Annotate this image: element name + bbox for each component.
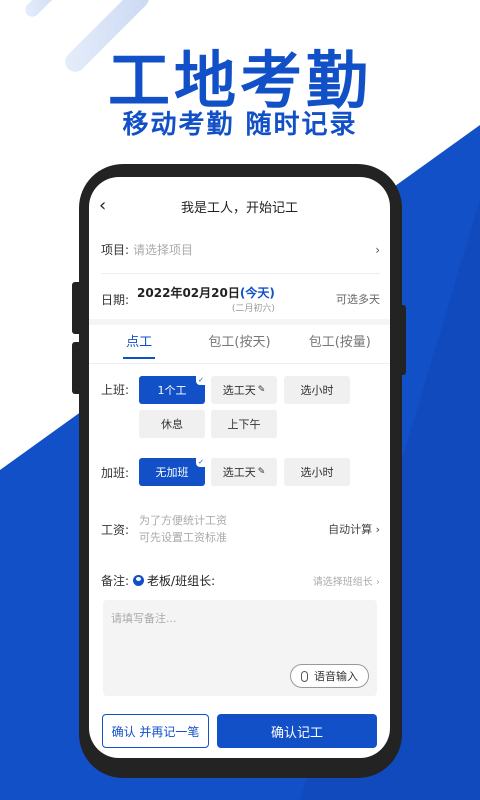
shift-option-rest[interactable]: 休息 xyxy=(139,410,205,438)
voice-input-button[interactable]: 语音输入 xyxy=(290,664,369,688)
date-label: 日期: xyxy=(101,292,130,307)
overtime-label: 加班: xyxy=(101,466,130,480)
multi-day-link[interactable]: 可选多天 xyxy=(336,291,380,307)
phone-side-button xyxy=(72,282,82,334)
shift-option-days[interactable]: 选工天 ✎ xyxy=(211,376,277,404)
phone-screen: ‹ 我是工人，开始记工 项目: 请选择项目 › 日期: 2022年02月20日(… xyxy=(89,177,390,758)
remark-row: 备注: 老板/班组长: 请选择班组长 › xyxy=(101,571,380,589)
chevron-right-icon: › xyxy=(375,242,380,257)
overtime-option-days-label: 选工天 xyxy=(222,466,256,479)
wage-hint: 为了方便统计工资 可先设置工资标准 xyxy=(139,512,227,546)
date-today: (今天) xyxy=(239,286,275,300)
shift-option-hours[interactable]: 选小时 xyxy=(284,376,350,404)
date-lunar: (二月初六) xyxy=(231,304,275,314)
confirm-button[interactable]: 确认记工 xyxy=(217,714,377,748)
remark-placeholder: 请填写备注... xyxy=(111,612,177,625)
shift-option-days-label: 选工天 xyxy=(222,384,256,397)
back-icon[interactable]: ‹ xyxy=(99,195,106,216)
date-row[interactable]: 日期: 2022年02月20日(今天) (二月初六) 可选多天 xyxy=(101,281,380,317)
remark-input[interactable]: 请填写备注... 语音输入 xyxy=(103,600,377,696)
headline-subtitle: 移动考勤 随时记录 xyxy=(122,110,358,140)
overtime-option-days[interactable]: 选工天 ✎ xyxy=(211,458,277,486)
remark-label: 备注: xyxy=(101,573,130,588)
user-icon xyxy=(133,574,145,586)
microphone-icon xyxy=(301,670,308,682)
auto-calc-label: 自动计算 xyxy=(328,523,373,536)
date-value: 2022年02月20日 xyxy=(137,286,240,300)
project-label: 项目: xyxy=(101,243,130,257)
phone-side-button xyxy=(72,342,82,394)
wage-hint-line2: 可先设置工资标准 xyxy=(139,531,228,544)
project-row[interactable]: 项目: 请选择项目 › xyxy=(101,241,380,258)
boss-label: 老板/班组长: xyxy=(147,573,216,588)
tab-contract-quantity[interactable]: 包工(按量) xyxy=(290,325,390,361)
select-leader-label: 请选择班组长 xyxy=(312,576,373,588)
project-placeholder: 请选择项目 xyxy=(133,243,194,257)
confirm-and-add-button[interactable]: 确认 并再记一笔 xyxy=(102,714,209,748)
pen-icon: ✎ xyxy=(257,385,266,395)
date-block: 2022年02月20日(今天) (二月初六) xyxy=(137,284,275,314)
pen-icon: ✎ xyxy=(257,467,266,477)
overtime-option-none[interactable]: 无加班 xyxy=(139,457,206,486)
wage-row[interactable]: 工资: 为了方便统计工资 可先设置工资标准 自动计算 › xyxy=(101,512,380,546)
overtime-option-hours[interactable]: 选小时 xyxy=(284,458,350,486)
tab-contract-day[interactable]: 包工(按天) xyxy=(189,325,289,361)
phone-side-button xyxy=(398,305,406,375)
auto-calc-link[interactable]: 自动计算 › xyxy=(328,521,380,537)
shift-label: 上班: xyxy=(101,383,130,397)
wage-label: 工资: xyxy=(101,522,130,537)
divider xyxy=(89,363,390,364)
shift-option-one[interactable]: 1个工 xyxy=(139,375,206,404)
nav-title: 我是工人，开始记工 xyxy=(180,200,298,216)
tab-day-work[interactable]: 点工 xyxy=(89,325,189,361)
voice-input-label: 语音输入 xyxy=(314,670,358,683)
wage-hint-line1: 为了方便统计工资 xyxy=(139,514,228,527)
nav-bar: ‹ 我是工人，开始记工 xyxy=(89,177,390,235)
tab-bar: 点工 包工(按天) 包工(按量) xyxy=(89,325,390,361)
select-leader-link[interactable]: 请选择班组长 › xyxy=(313,573,380,588)
divider xyxy=(101,273,380,274)
shift-option-am-pm[interactable]: 上下午 xyxy=(211,410,277,438)
